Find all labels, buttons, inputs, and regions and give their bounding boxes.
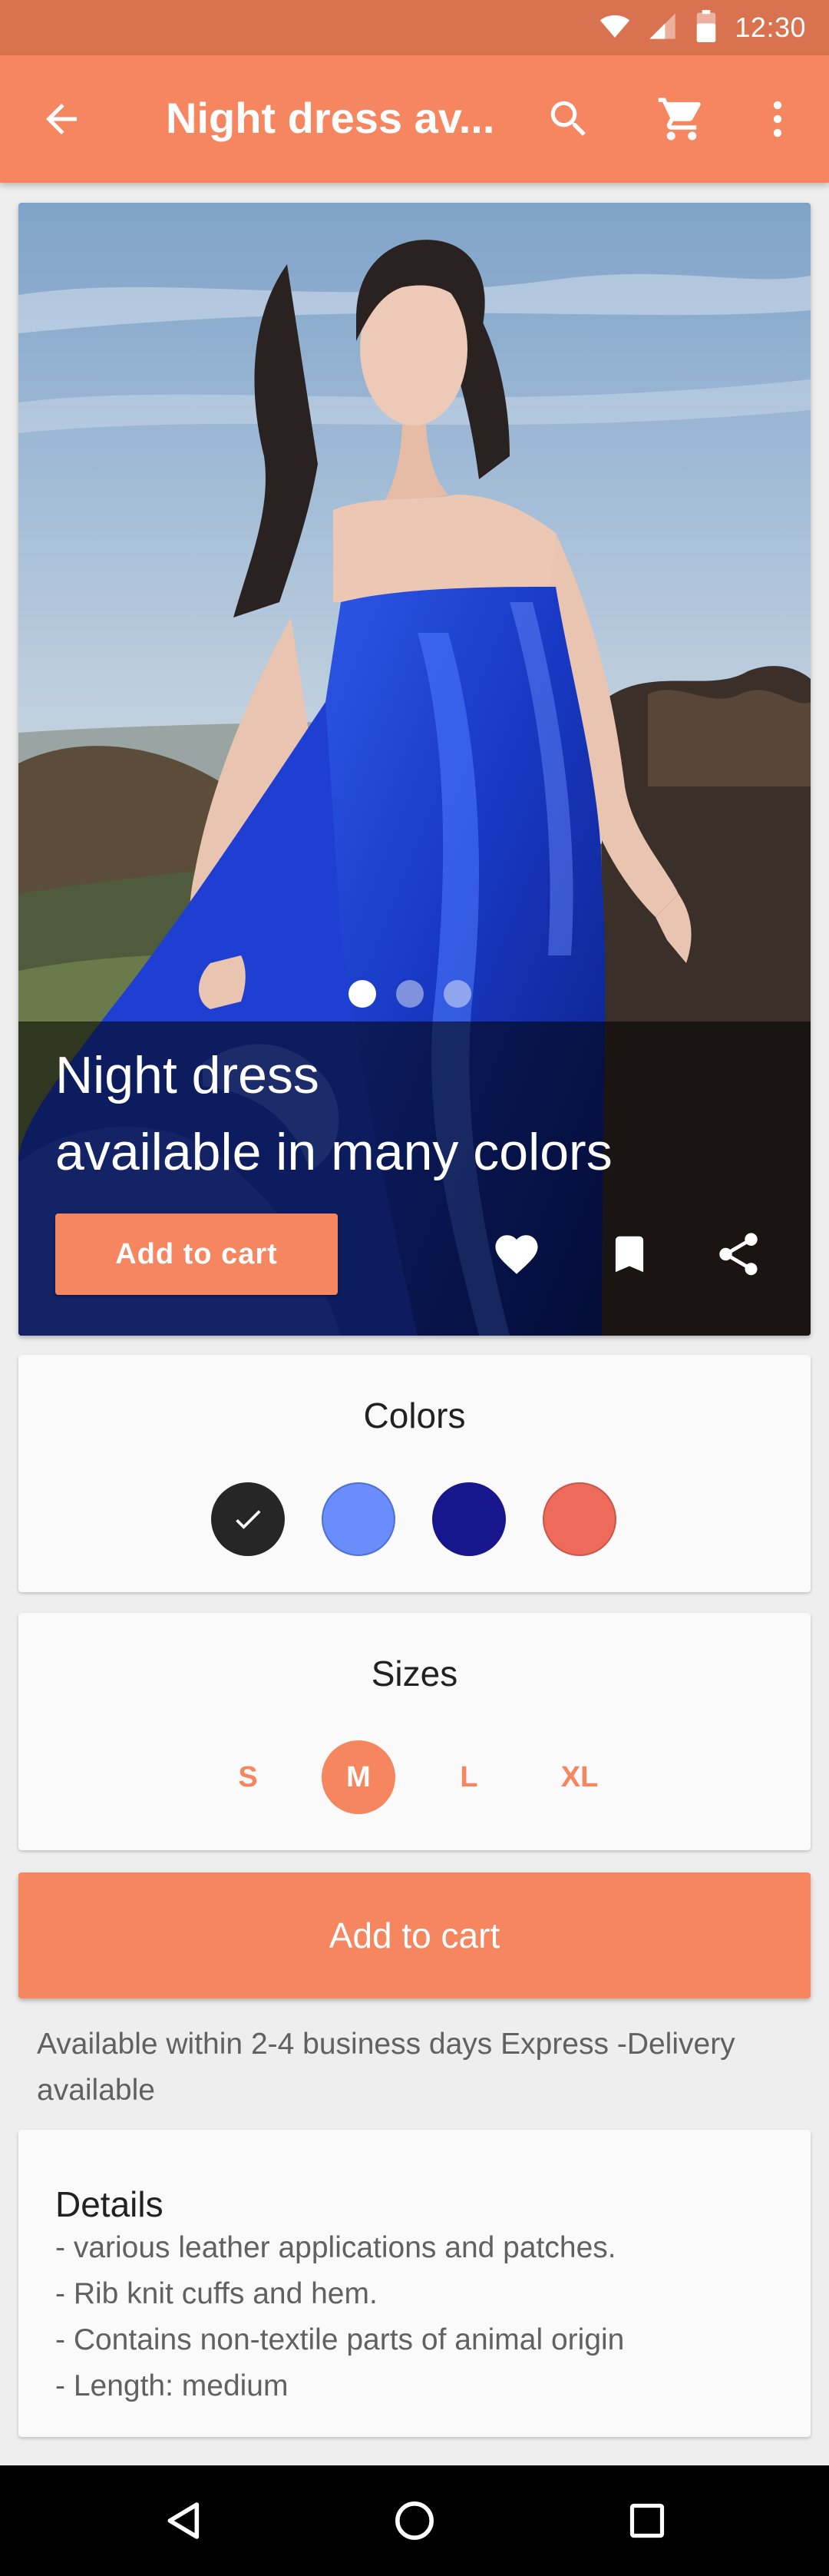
sizes-card: Sizes S M L XL [18,1613,811,1850]
colors-heading: Colors [363,1396,466,1435]
details-line: - various leather applications and patch… [55,2231,616,2264]
back-arrow-icon[interactable] [38,96,84,142]
back-triangle-icon[interactable] [157,2493,212,2548]
details-title: Details [55,2184,163,2224]
check-icon [236,1510,261,1529]
size-option-xl[interactable]: XL [543,1740,616,1814]
details-line: - Contains non-textile parts of animal o… [55,2323,625,2356]
pager-dot[interactable] [444,980,471,1008]
size-option-l[interactable]: L [432,1740,506,1814]
cart-icon[interactable] [656,94,707,144]
sizes-heading: Sizes [371,1654,458,1694]
details-list: - various leather applications and patch… [55,2225,784,2409]
battery-icon [695,9,718,46]
search-icon[interactable] [543,94,594,144]
colors-card: Colors [18,1355,811,1592]
image-pager-dots [348,978,479,1009]
color-swatch-navy[interactable] [432,1482,506,1556]
signal-icon [647,11,678,45]
product-hero-card: Night dress available in many colors Add… [18,203,811,1336]
bookmark-icon[interactable] [600,1225,659,1283]
home-circle-icon[interactable] [387,2493,442,2548]
size-option-s[interactable]: S [211,1740,285,1814]
hero-title-line1: Night dress [55,1046,319,1104]
pager-dot[interactable] [348,980,376,1008]
size-option-m[interactable]: M [322,1740,395,1814]
pager-dot[interactable] [396,980,424,1008]
status-icons: 12:30 [599,0,806,55]
color-swatch-coral[interactable] [543,1482,616,1556]
hero-title-line2: available in many colors [55,1123,613,1181]
share-icon[interactable] [709,1225,768,1283]
hero-add-to-cart-button[interactable]: Add to cart [55,1214,338,1295]
recents-square-icon[interactable] [619,2493,675,2548]
app-bar-title: Night dress av... [166,94,495,142]
color-swatch-black[interactable] [211,1482,285,1556]
app-bar: Night dress av... [0,55,829,183]
details-line: - Rib knit cuffs and hem. [55,2277,378,2310]
hero-title: Night dress available in many colors [55,1037,746,1190]
status-bar: 12:30 [0,0,829,55]
favorite-icon[interactable] [487,1225,546,1283]
add-to-cart-button[interactable]: Add to cart [18,1872,811,1998]
wifi-icon [599,11,630,45]
status-time: 12:30 [735,12,806,43]
more-vert-icon[interactable] [752,94,803,144]
hero-overlay: Night dress available in many colors Add… [18,1021,811,1336]
details-card: Details - various leather applications a… [18,2130,811,2437]
details-line: - Length: medium [55,2369,289,2402]
color-swatch-light-blue[interactable] [322,1482,395,1556]
system-nav-bar [0,2465,829,2576]
availability-text: Available within 2-4 business days Expre… [37,2028,735,2107]
